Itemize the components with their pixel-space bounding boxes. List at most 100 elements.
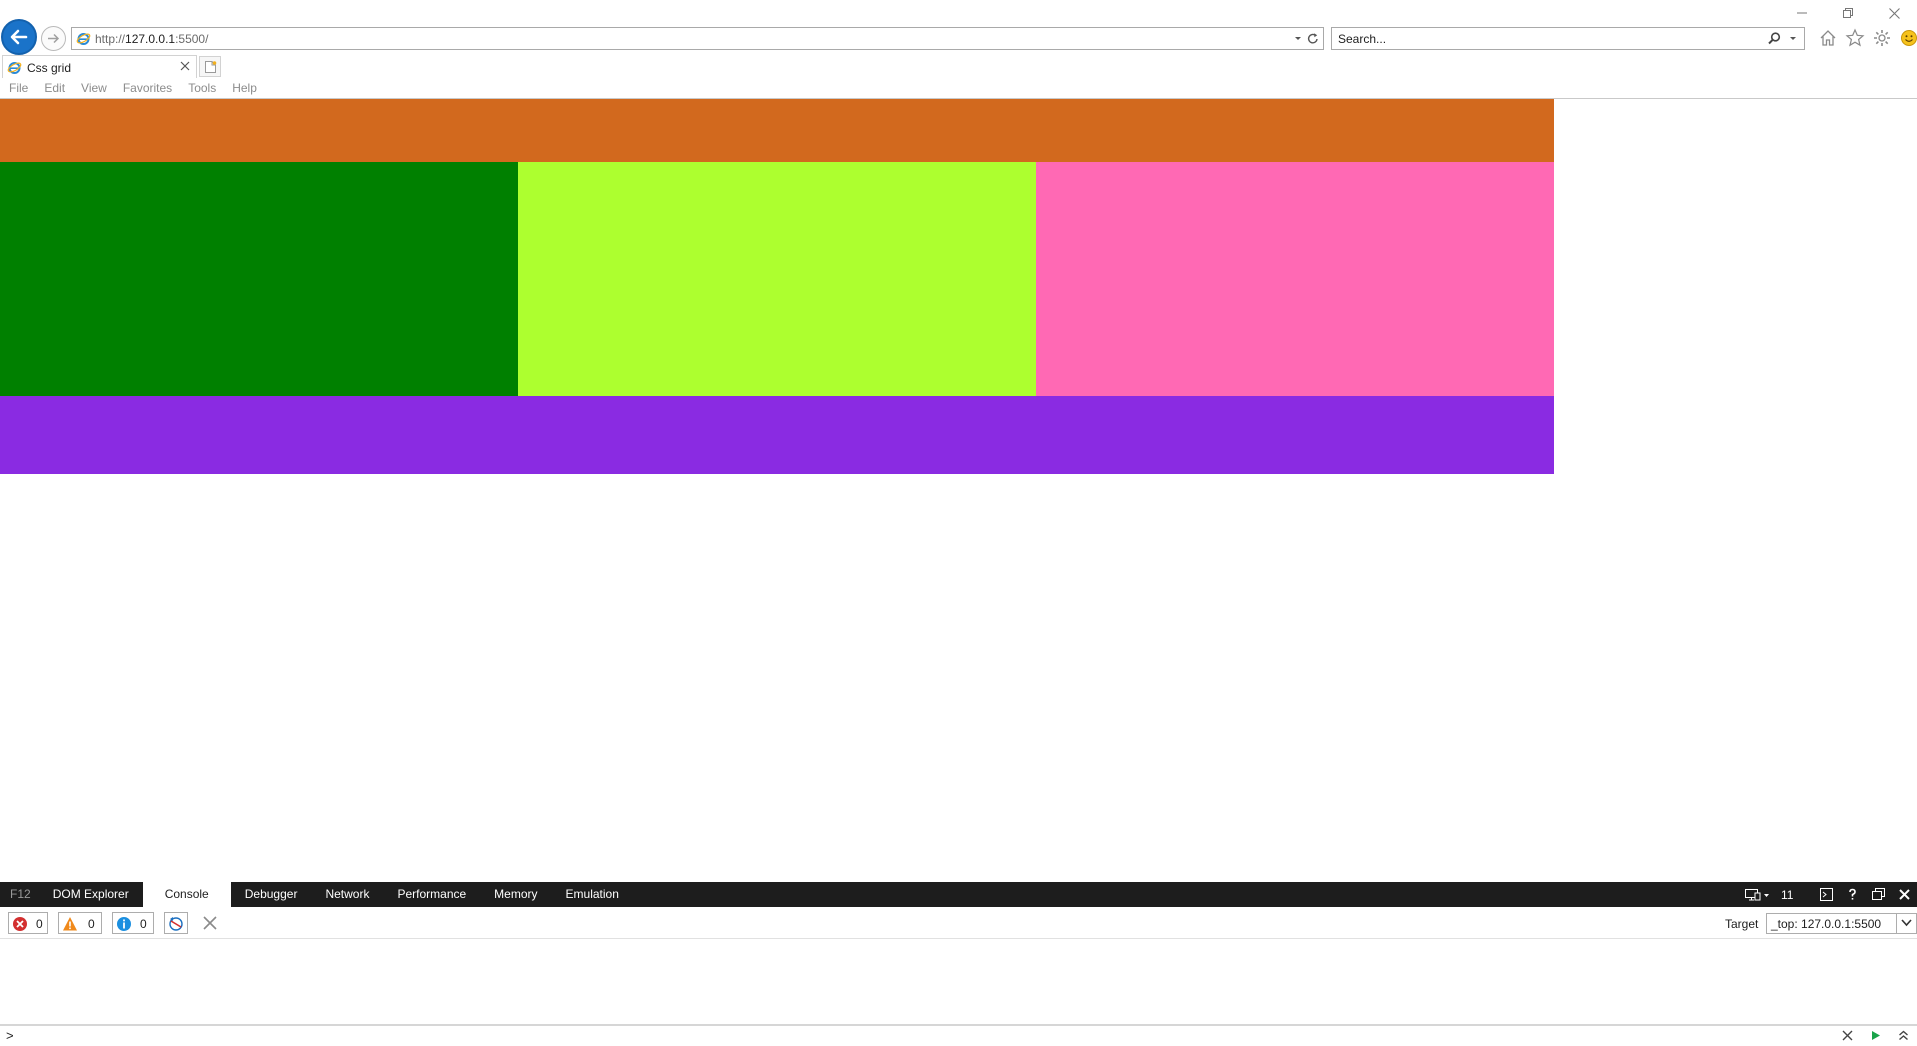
forward-button[interactable] [41,26,66,51]
tab-title: Css grid [27,61,72,75]
console-input[interactable] [18,1028,1818,1044]
devtools-f12-label: F12 [10,887,31,901]
question-icon [1849,888,1856,900]
address-port-path: :5500/ [175,32,209,46]
menu-help[interactable]: Help [232,78,257,98]
tab-network[interactable]: Network [311,882,383,907]
warnings-count: 0 [88,917,95,931]
ie-page-icon [7,62,22,74]
monitor-icon [1745,889,1769,901]
restore-icon [1843,8,1853,18]
tab-emulation[interactable]: Emulation [552,882,633,907]
feedback-button[interactable] [1899,28,1917,48]
chevron-down-icon [1901,919,1912,927]
undock-icon [1872,888,1885,900]
console-input-row: > [0,1024,1917,1046]
smiley-icon [1901,30,1917,46]
menu-view[interactable]: View [81,78,107,98]
run-script-button[interactable] [1861,1027,1889,1045]
minimize-icon [1797,12,1807,14]
page-viewport [0,98,1917,882]
clear-console-icon[interactable] [202,915,218,931]
help-button[interactable] [1839,882,1865,907]
close-icon[interactable] [180,61,190,71]
home-icon [1820,30,1836,46]
ie-page-icon [76,33,91,45]
gear-icon [1874,30,1890,46]
double-chevron-up-icon [1899,1030,1908,1041]
grid-column-2 [518,162,1036,396]
address-host: 127.0.0.1 [125,32,176,46]
document-mode-dropdown[interactable]: 11 [1739,882,1799,907]
error-icon [13,917,27,931]
info-icon [117,917,131,931]
address-url[interactable]: http://127.0.0.1:5500/ [95,32,208,46]
grid-column-3 [1036,162,1554,396]
search-input[interactable] [1338,31,1738,46]
document-mode-value: 11 [1781,888,1794,902]
new-tab-button[interactable] [199,56,221,77]
star-icon [1845,28,1865,47]
play-icon [1872,1031,1880,1040]
tab-console[interactable]: Console [142,882,231,907]
devtools-panel: F12 DOM Explorer Console Debugger Networ… [0,882,1917,1046]
window-controls [1779,0,1917,26]
close-icon [1842,1030,1853,1041]
menu-favorites[interactable]: Favorites [123,78,172,98]
clear-on-navigate-icon [169,917,183,931]
search-box[interactable] [1331,27,1805,50]
target-select[interactable]: _top: 127.0.0.1:5500 [1766,913,1917,934]
console-toolbar: 0 0 0 Target _top: 127.0.0.1:5500 [0,907,1917,939]
tools-button[interactable] [1872,28,1892,48]
tab-memory[interactable]: Memory [480,882,551,907]
address-scheme: http:// [95,32,126,46]
refresh-icon[interactable] [1306,31,1320,46]
address-bar[interactable]: http://127.0.0.1:5500/ [71,27,1324,50]
warning-icon [63,917,77,931]
menu-tools[interactable]: Tools [188,78,216,98]
tab-debugger[interactable]: Debugger [231,882,312,907]
arrow-right-icon [48,33,60,44]
tab-performance[interactable]: Performance [383,882,480,907]
messages-filter-button[interactable]: 0 [112,912,154,934]
chevron-down-icon[interactable] [1293,32,1303,44]
warnings-filter-button[interactable]: 0 [58,912,102,934]
browser-toolbar-icons [1818,28,1917,48]
errors-count: 0 [36,917,43,931]
tab-css-grid[interactable]: Css grid [2,55,197,78]
home-button[interactable] [1818,28,1838,48]
console-output [0,940,1917,1024]
minimize-button[interactable] [1779,0,1825,26]
menu-edit[interactable]: Edit [44,78,65,98]
undock-button[interactable] [1865,882,1891,907]
clear-on-navigate-button[interactable] [164,912,188,934]
target-label: Target [1725,917,1759,931]
browser-chrome: http://127.0.0.1:5500/ Search... Css gri… [0,0,1917,98]
tab-dom-explorer[interactable]: DOM Explorer [39,882,143,907]
console-prompt: > [6,1028,14,1043]
grid-header [0,99,1554,162]
target-value: _top: 127.0.0.1:5500 [1771,917,1882,931]
grid-column-1 [0,162,518,396]
chevron-down-icon[interactable] [1788,34,1798,44]
menu-bar: File Edit View Favorites Tools Help [0,78,1917,98]
back-button[interactable] [1,19,37,55]
search-icon[interactable] [1767,31,1782,46]
close-devtools-button[interactable] [1891,882,1917,907]
errors-filter-button[interactable]: 0 [8,912,48,934]
console-icon [1820,888,1833,901]
restore-button[interactable] [1825,0,1871,26]
tab-row: Css grid [0,54,1917,78]
new-tab-icon [205,61,217,73]
close-icon [1889,8,1900,19]
close-window-button[interactable] [1871,0,1917,26]
favorites-button[interactable] [1845,28,1865,48]
devtools-tabbar: F12 DOM Explorer Console Debugger Networ… [0,882,1917,907]
messages-count: 0 [140,917,147,931]
clear-input-button[interactable] [1833,1027,1861,1045]
expand-multiline-button[interactable] [1889,1027,1917,1045]
target-dropdown-arrow[interactable] [1896,914,1916,933]
menu-file[interactable]: File [9,78,28,98]
devtools-controls: 11 [1739,882,1917,907]
console-toggle-button[interactable] [1813,882,1839,907]
